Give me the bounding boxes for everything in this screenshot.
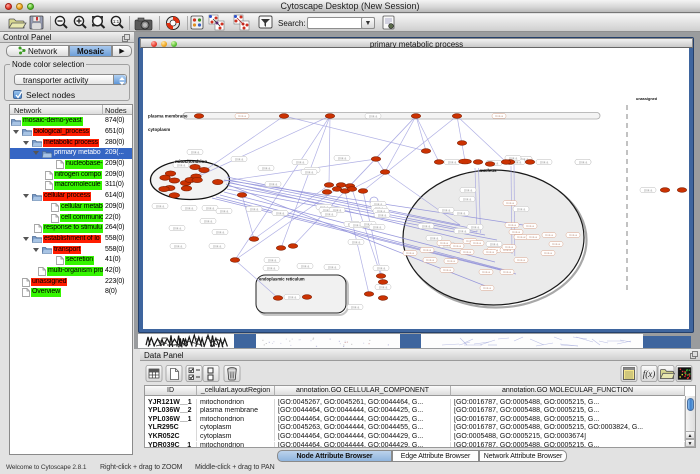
svg-text:1:1: 1:1 [113,19,120,24]
svg-text:Unk-a: Unk-a [328,265,337,269]
svg-text:Unk-a: Unk-a [506,201,514,205]
svg-text:Unk-a: Unk-a [463,250,471,254]
svg-text:Unk-a: Unk-a [238,114,246,118]
svg-text:Unk-a: Unk-a [552,242,560,246]
svg-text:Unk-a: Unk-a [422,224,431,228]
svg-text:Unk-a: Unk-a [544,251,552,255]
svg-text:Unk-a: Unk-a [174,244,183,248]
svg-text:Unk-a: Unk-a [526,224,534,228]
svg-text:Unk-a: Unk-a [269,182,278,186]
svg-text:Unk-a: Unk-a [377,266,386,270]
svg-text:Unk-a: Unk-a [204,219,213,223]
svg-text:Unk-a: Unk-a [276,211,285,215]
svg-text:Unk-a: Unk-a [440,241,448,245]
svg-text:Unk-a: Unk-a [490,242,499,246]
svg-text:Unk-a: Unk-a [426,258,434,262]
svg-text:Unk-a: Unk-a [442,208,451,212]
svg-text:Unk-a: Unk-a [447,259,455,263]
svg-text:Unk-a: Unk-a [351,305,360,309]
svg-text:Unk-a: Unk-a [406,251,414,255]
svg-text:Unk-a: Unk-a [305,170,314,174]
svg-text:Unk-a: Unk-a [457,211,466,215]
svg-text:Unk-a: Unk-a [216,230,225,234]
svg-text:Unk-a: Unk-a [517,235,525,239]
svg-text:Unk-a: Unk-a [352,240,361,244]
svg-text:Unk-a: Unk-a [173,226,182,230]
svg-text:Unk-a: Unk-a [235,157,244,161]
svg-text:Unk-a: Unk-a [191,150,200,154]
svg-text:Unk-a: Unk-a [517,258,525,262]
svg-text:Unk-a: Unk-a [569,233,577,237]
svg-text:Unk-a: Unk-a [338,156,347,160]
svg-text:Unk-a: Unk-a [262,166,271,170]
svg-text:Unk-a: Unk-a [540,160,549,164]
svg-text:Unk-a: Unk-a [213,244,222,248]
svg-text:Unk-a: Unk-a [443,268,451,272]
svg-text:Unk-a: Unk-a [453,244,461,248]
svg-text:Unk-a: Unk-a [483,286,491,290]
svg-text:Unk-a: Unk-a [464,188,473,192]
svg-text:cytoplasm: cytoplasm [148,127,170,132]
svg-text:Unk-a: Unk-a [505,245,513,249]
svg-text:Unk-a: Unk-a [471,225,480,229]
svg-text:Unk-a: Unk-a [379,285,388,289]
svg-text:Unk-a: Unk-a [463,197,472,201]
svg-text:Unk-a: Unk-a [473,241,481,245]
svg-text:Unk-a: Unk-a [268,258,277,262]
svg-text:Unk-a: Unk-a [267,266,276,270]
svg-text:Unk-a: Unk-a [495,114,503,118]
svg-text:unassigned: unassigned [636,97,658,101]
svg-text:f(x): f(x) [643,369,656,379]
svg-text:Unk-a: Unk-a [545,233,553,237]
svg-text:Unk-a: Unk-a [296,160,305,164]
svg-text:Unk-a: Unk-a [220,209,229,213]
svg-text:plasma membrane: plasma membrane [148,114,188,119]
svg-text:mitochondrion: mitochondrion [175,159,207,164]
svg-text:Unk-a: Unk-a [206,206,215,210]
svg-text:Unk-a: Unk-a [430,236,439,240]
svg-text:Unk-a: Unk-a [156,204,165,208]
svg-text:Unk-a: Unk-a [185,206,194,210]
svg-text:Unk-a: Unk-a [369,114,378,118]
svg-text:nucleus: nucleus [480,168,498,173]
svg-text:Unk-a: Unk-a [486,250,494,254]
svg-text:Unk-a: Unk-a [503,270,511,274]
svg-text:Unk-a: Unk-a [508,223,516,227]
svg-text:Unk-a: Unk-a [458,229,467,233]
svg-text:Unk-a: Unk-a [512,230,520,234]
svg-text:Unk-a: Unk-a [325,212,334,216]
svg-text:Unk-a: Unk-a [529,235,537,239]
svg-text:Unk-a: Unk-a [579,160,588,164]
svg-text:Unk-a: Unk-a [448,160,457,164]
svg-text:endoplasmic reticulum: endoplasmic reticulum [259,277,305,282]
svg-text:Unk-a: Unk-a [644,188,653,192]
svg-text:Unk-a: Unk-a [288,295,297,299]
svg-text:Unk-a: Unk-a [517,207,526,211]
svg-text:Unk-a: Unk-a [482,270,490,274]
svg-text:Unk-a: Unk-a [301,264,310,268]
svg-text:Unk-a: Unk-a [250,207,259,211]
svg-text:Unk-a: Unk-a [423,248,431,252]
svg-text:Unk-a: Unk-a [378,213,387,217]
svg-text:Unk-a: Unk-a [373,225,382,229]
